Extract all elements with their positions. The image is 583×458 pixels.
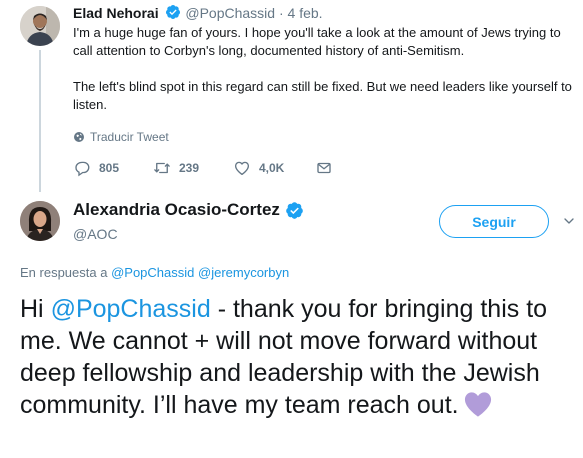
reply-mention-jeremycorbyn[interactable]: @jeremycorbyn (198, 265, 289, 280)
parent-tweet-date[interactable]: 4 feb. (288, 5, 323, 21)
purple-heart-icon (463, 390, 493, 418)
like-button[interactable]: 4,0K (233, 159, 315, 177)
retweet-button[interactable]: 239 (153, 159, 233, 177)
translate-tweet-link[interactable]: Traducir Tweet (73, 130, 169, 144)
aoc-avatar[interactable] (20, 201, 60, 241)
main-author-handle[interactable]: @AOC (73, 226, 118, 242)
follow-button[interactable]: Seguir (439, 205, 549, 238)
parent-paragraph-1: I'm a huge huge fan of yours. I hope you… (73, 25, 561, 58)
retweet-icon (154, 162, 170, 174)
thread-connector (39, 50, 41, 192)
parent-tweet-text: I'm a huge huge fan of yours. I hope you… (73, 24, 573, 114)
main-author-name-row: Alexandria Ocasio-Cortez (73, 200, 304, 220)
globe-icon (74, 132, 84, 142)
direct-message-button[interactable] (315, 159, 345, 177)
reply-mention-popchassid[interactable]: @PopChassid (111, 265, 194, 280)
reply-count: 805 (99, 161, 120, 175)
reply-icon (75, 161, 90, 177)
reply-context: En respuesta a @PopChassid @jeremycorbyn (20, 265, 289, 280)
reply-prefix: En respuesta a (20, 265, 108, 280)
translate-label: Traducir Tweet (90, 130, 169, 144)
verified-badge-icon (285, 201, 304, 220)
parent-author-handle[interactable]: @PopChassid (185, 5, 275, 21)
heart-outline-icon (234, 161, 250, 176)
parent-author-name[interactable]: Elad Nehorai (73, 5, 159, 21)
main-text-start: Hi (20, 295, 51, 323)
elad-avatar[interactable] (20, 6, 60, 46)
parent-tweet-header: Elad Nehorai @PopChassid · 4 feb. (73, 4, 323, 21)
tweet-menu-button[interactable] (561, 213, 577, 229)
main-author-name[interactable]: Alexandria Ocasio-Cortez (73, 200, 280, 220)
chevron-down-icon (564, 218, 574, 224)
parent-tweet-actions: 805 239 4,0K (73, 158, 345, 178)
main-mention-popchassid[interactable]: @PopChassid (51, 295, 211, 323)
like-count: 4,0K (259, 161, 285, 175)
verified-badge-icon (165, 4, 181, 20)
main-tweet-text: Hi @PopChassid - thank you for bringing … (20, 293, 580, 421)
date-separator: · (278, 5, 284, 21)
parent-paragraph-2: The left's blind spot in this regard can… (73, 79, 572, 112)
reply-button[interactable]: 805 (73, 159, 153, 177)
retweet-count: 239 (179, 161, 200, 175)
envelope-icon (317, 162, 331, 174)
